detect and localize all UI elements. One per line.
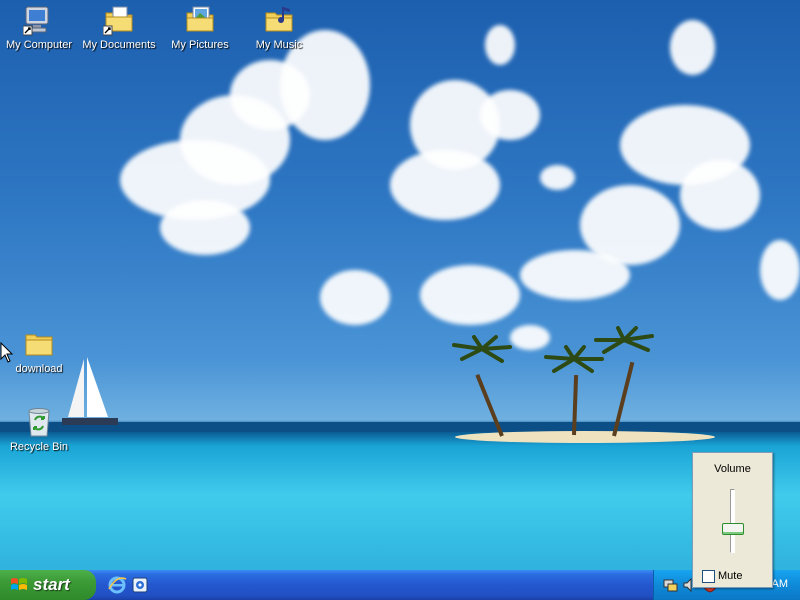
volume-slider-thumb[interactable]: [722, 522, 744, 535]
desktop-icon-label: download: [15, 363, 63, 375]
desktop-icon-label: Recycle Bin: [9, 441, 69, 453]
documents-folder-icon: [103, 6, 133, 36]
taskbar: start 11:53 AM: [0, 570, 800, 600]
desktop-icon-label: My Documents: [82, 39, 156, 51]
mute-checkbox[interactable]: [702, 570, 715, 583]
internet-explorer-icon[interactable]: [107, 575, 127, 595]
desktop-icon-my-pictures[interactable]: My Pictures: [162, 4, 238, 51]
mute-label: Mute: [718, 570, 743, 582]
start-button[interactable]: start: [0, 570, 96, 600]
desktop-icon-label: My Pictures: [171, 39, 229, 51]
desktop-icon-my-computer[interactable]: My Computer: [1, 4, 77, 51]
network-icon[interactable]: [662, 577, 678, 593]
desktop-icon-recycle-bin[interactable]: Recycle Bin: [1, 406, 77, 453]
volume-popup: Volume Mute: [692, 452, 773, 588]
pictures-folder-icon: [186, 6, 214, 32]
show-desktop-icon[interactable]: [130, 575, 150, 595]
windows-logo-icon: [11, 578, 27, 590]
desktop-icon-label: My Computer: [5, 39, 73, 51]
desktop-icon-my-music[interactable]: My Music: [241, 4, 317, 51]
mouse-cursor-icon: [0, 342, 14, 363]
music-folder-icon: [265, 7, 293, 32]
volume-slider-track[interactable]: [730, 489, 735, 553]
volume-title: Volume: [714, 463, 751, 475]
start-label: start: [33, 575, 70, 594]
desktop-icon-label: My Music: [255, 39, 303, 51]
recycle-bin-icon: [28, 408, 50, 437]
computer-icon: [23, 6, 49, 36]
folder-icon: [25, 334, 53, 356]
desktop-icon-my-documents[interactable]: My Documents: [81, 4, 157, 51]
